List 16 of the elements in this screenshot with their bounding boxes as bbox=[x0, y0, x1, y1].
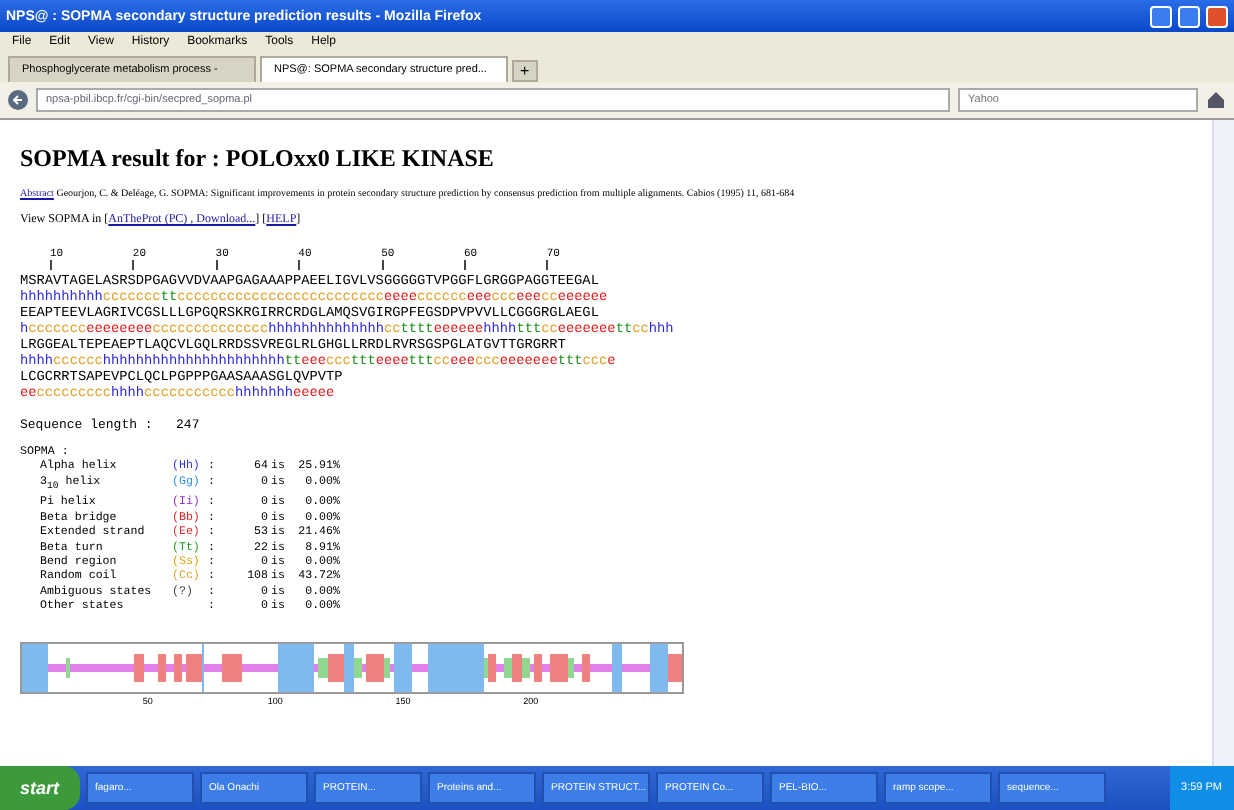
ruler-tick bbox=[381, 260, 386, 270]
ruler-tick bbox=[50, 260, 54, 270]
home-icon[interactable] bbox=[1206, 90, 1226, 110]
new-tab-button[interactable]: + bbox=[512, 60, 538, 82]
ruler-tick bbox=[546, 260, 551, 270]
page-heading: SOPMA result for : POLOxx0 LIKE KINASE bbox=[20, 144, 496, 174]
start-button[interactable]: start bbox=[0, 766, 80, 810]
ruler-tick bbox=[215, 260, 220, 270]
minimize-button[interactable] bbox=[1150, 5, 1172, 27]
ruler-tick bbox=[298, 260, 303, 270]
ruler-tick bbox=[132, 260, 137, 270]
back-icon[interactable] bbox=[8, 90, 28, 110]
scrollbar[interactable] bbox=[1212, 120, 1234, 766]
ruler-tick bbox=[463, 260, 468, 270]
maximize-button[interactable] bbox=[1178, 5, 1200, 27]
close-button[interactable] bbox=[1206, 5, 1228, 27]
